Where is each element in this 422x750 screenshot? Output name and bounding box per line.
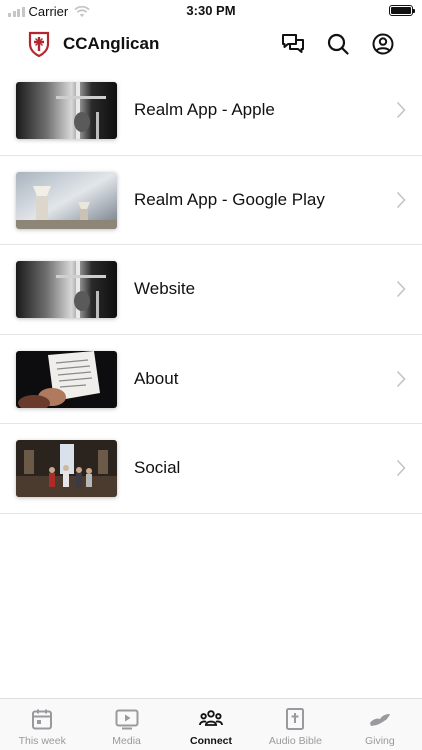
tab-audio-bible[interactable]: Audio Bible — [253, 699, 337, 750]
chevron-right-icon — [396, 191, 406, 208]
list-item-label: Website — [134, 279, 196, 299]
tab-label: Audio Bible — [268, 735, 322, 747]
tab-bar: This week Media Connect Audio Bible Givi… — [0, 698, 422, 750]
battery-level — [391, 7, 411, 14]
tab-label: Giving — [364, 735, 395, 747]
altar-candlesticks-photo — [16, 171, 117, 229]
chat-bubbles-icon — [282, 34, 304, 53]
profile-button[interactable] — [370, 31, 396, 57]
tab-label: Media — [112, 735, 141, 747]
altar-cross-photo — [16, 261, 117, 319]
list-item-about[interactable]: About — [0, 335, 422, 425]
list-item-realm-apple[interactable]: Realm App - Apple — [0, 66, 422, 156]
altar-cross-photo — [16, 82, 117, 139]
bible-icon — [286, 708, 305, 730]
connect-list: Realm App - Apple Realm App - Google Pla… — [0, 66, 422, 514]
chevron-right-icon — [396, 370, 406, 387]
tab-label: Connect — [190, 735, 233, 747]
calendar-icon — [32, 709, 53, 730]
church-interior-gathering-photo — [16, 440, 117, 498]
play-screen-icon — [115, 709, 139, 730]
tab-giving[interactable]: Giving — [338, 699, 422, 750]
giving-hand-icon — [369, 714, 390, 726]
app-title: CCAnglican — [63, 34, 160, 53]
list-item-label: About — [134, 368, 179, 388]
status-time: 3:30 PM — [186, 3, 236, 18]
list-item-website[interactable]: Website — [0, 245, 422, 335]
list-item-label: Social — [134, 458, 181, 478]
battery-icon — [389, 5, 415, 16]
chevron-right-icon — [396, 281, 406, 298]
search-icon — [327, 33, 349, 55]
messages-button[interactable] — [280, 31, 306, 57]
tab-this-week[interactable]: This week — [0, 699, 84, 750]
list-item-label: Realm App - Apple — [134, 100, 275, 119]
tab-media[interactable]: Media — [84, 699, 168, 750]
tab-connect[interactable]: Connect — [169, 699, 253, 750]
hands-holding-paper-photo — [16, 350, 117, 408]
tab-label: This week — [18, 735, 66, 747]
chevron-right-icon — [396, 101, 406, 119]
chevron-right-icon — [396, 460, 406, 477]
list-item-realm-google-play[interactable]: Realm App - Google Play — [0, 156, 422, 246]
list-item-social[interactable]: Social — [0, 424, 422, 514]
people-group-icon — [199, 710, 224, 726]
app-header: CCAnglican — [0, 22, 422, 66]
profile-icon — [372, 33, 394, 55]
shield-cross-icon — [28, 31, 50, 57]
status-bar: Carrier 3:30 PM — [0, 0, 422, 22]
search-button[interactable] — [325, 31, 351, 57]
list-item-label: Realm App - Google Play — [134, 189, 325, 209]
